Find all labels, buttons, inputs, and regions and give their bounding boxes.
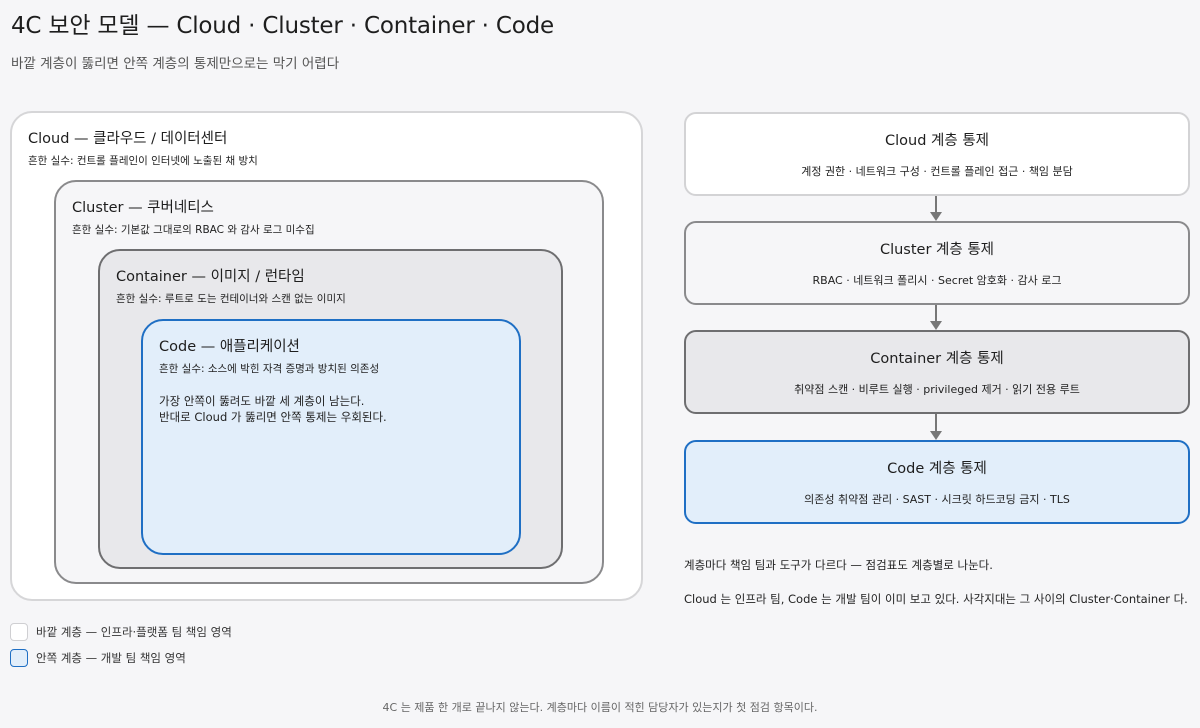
code-layer-note-line1: 가장 안쪽이 뚫려도 바깥 세 계층이 남는다. — [159, 394, 365, 408]
container-control-items: 취약점 스캔 · 비루트 실행 · privileged 제거 · 읽기 전용 … — [794, 383, 1080, 396]
container-layer: Container — 이미지 / 런타임 흔한 실수: 루트로 도는 컨테이너… — [98, 249, 563, 569]
code-control-items: 의존성 취약점 관리 · SAST · 시크릿 하드코딩 금지 · TLS — [804, 493, 1070, 506]
cluster-control-name: Cluster 계층 통제 — [879, 242, 995, 258]
code-control-name: Code 계층 통제 — [887, 461, 987, 477]
code-layer-name: Code — 애플리케이션 — [159, 339, 300, 355]
arrow-down-icon — [930, 305, 942, 330]
legend-outer-label: 바깥 계층 — 인프라·플랫폼 팀 책임 영역 — [36, 625, 232, 639]
code-layer: Code — 애플리케이션 흔한 실수: 소스에 박힌 자격 증명과 방치된 의… — [141, 319, 521, 555]
container-control-name: Container 계층 통제 — [870, 351, 1004, 367]
cluster-layer: Cluster — 쿠버네티스 흔한 실수: 기본값 그대로의 RBAC 와 감… — [54, 180, 604, 584]
cluster-control-box: Cluster 계층 통제 RBAC · 네트워크 폴리시 · Secret 암… — [684, 221, 1190, 305]
arrow-down-icon — [930, 414, 942, 440]
cloud-control-box: Cloud 계층 통제 계정 권한 · 네트워크 구성 · 컨트롤 플레인 접근… — [684, 112, 1190, 196]
cloud-control-items: 계정 권한 · 네트워크 구성 · 컨트롤 플레인 접근 · 책임 분담 — [801, 165, 1073, 178]
footer-note: 4C 는 제품 한 개로 끝나지 않는다. 계층마다 이름이 적힌 담당자가 있… — [382, 701, 818, 714]
legend-inner-swatch — [10, 649, 28, 667]
cluster-control-items: RBAC · 네트워크 폴리시 · Secret 암호화 · 감사 로그 — [812, 274, 1062, 287]
container-layer-mistake: 흔한 실수: 루트로 도는 컨테이너와 스캔 없는 이미지 — [116, 293, 346, 305]
page-subtitle: 바깥 계층이 뚫리면 안쪽 계층의 통제만으로는 막기 어렵다 — [11, 56, 340, 72]
container-control-box: Container 계층 통제 취약점 스캔 · 비루트 실행 · privil… — [684, 330, 1190, 414]
side-note-2: Cloud 는 인프라 팀, Code 는 개발 팀이 이미 보고 있다. 사각… — [684, 592, 1188, 606]
legend-outer-swatch — [10, 623, 28, 641]
code-layer-note-line2: 반대로 Cloud 가 뚫리면 안쪽 통제는 우회된다. — [159, 410, 387, 424]
code-layer-note: 가장 안쪽이 뚫려도 바깥 세 계층이 남는다. 반대로 Cloud 가 뚫리면… — [159, 393, 387, 425]
cloud-control-name: Cloud 계층 통제 — [885, 133, 989, 149]
code-control-box: Code 계층 통제 의존성 취약점 관리 · SAST · 시크릿 하드코딩 … — [684, 440, 1190, 524]
cloud-layer-name: Cloud — 클라우드 / 데이터센터 — [28, 131, 228, 147]
cluster-layer-mistake: 흔한 실수: 기본값 그대로의 RBAC 와 감사 로그 미수집 — [72, 224, 315, 236]
container-layer-name: Container — 이미지 / 런타임 — [116, 269, 305, 285]
side-note-1: 계층마다 책임 팀과 도구가 다르다 — 점검표도 계층별로 나눈다. — [684, 558, 993, 572]
cloud-layer-mistake: 흔한 실수: 컨트롤 플레인이 인터넷에 노출된 채 방치 — [28, 155, 258, 167]
arrow-down-icon — [930, 196, 942, 221]
cluster-layer-name: Cluster — 쿠버네티스 — [72, 200, 214, 216]
page-title: 4C 보안 모델 — Cloud · Cluster · Container ·… — [11, 13, 554, 39]
cloud-layer: Cloud — 클라우드 / 데이터센터 흔한 실수: 컨트롤 플레인이 인터넷… — [10, 111, 643, 601]
legend-inner-label: 안쪽 계층 — 개발 팀 책임 영역 — [36, 651, 186, 665]
code-layer-mistake: 흔한 실수: 소스에 박힌 자격 증명과 방치된 의존성 — [159, 363, 380, 375]
